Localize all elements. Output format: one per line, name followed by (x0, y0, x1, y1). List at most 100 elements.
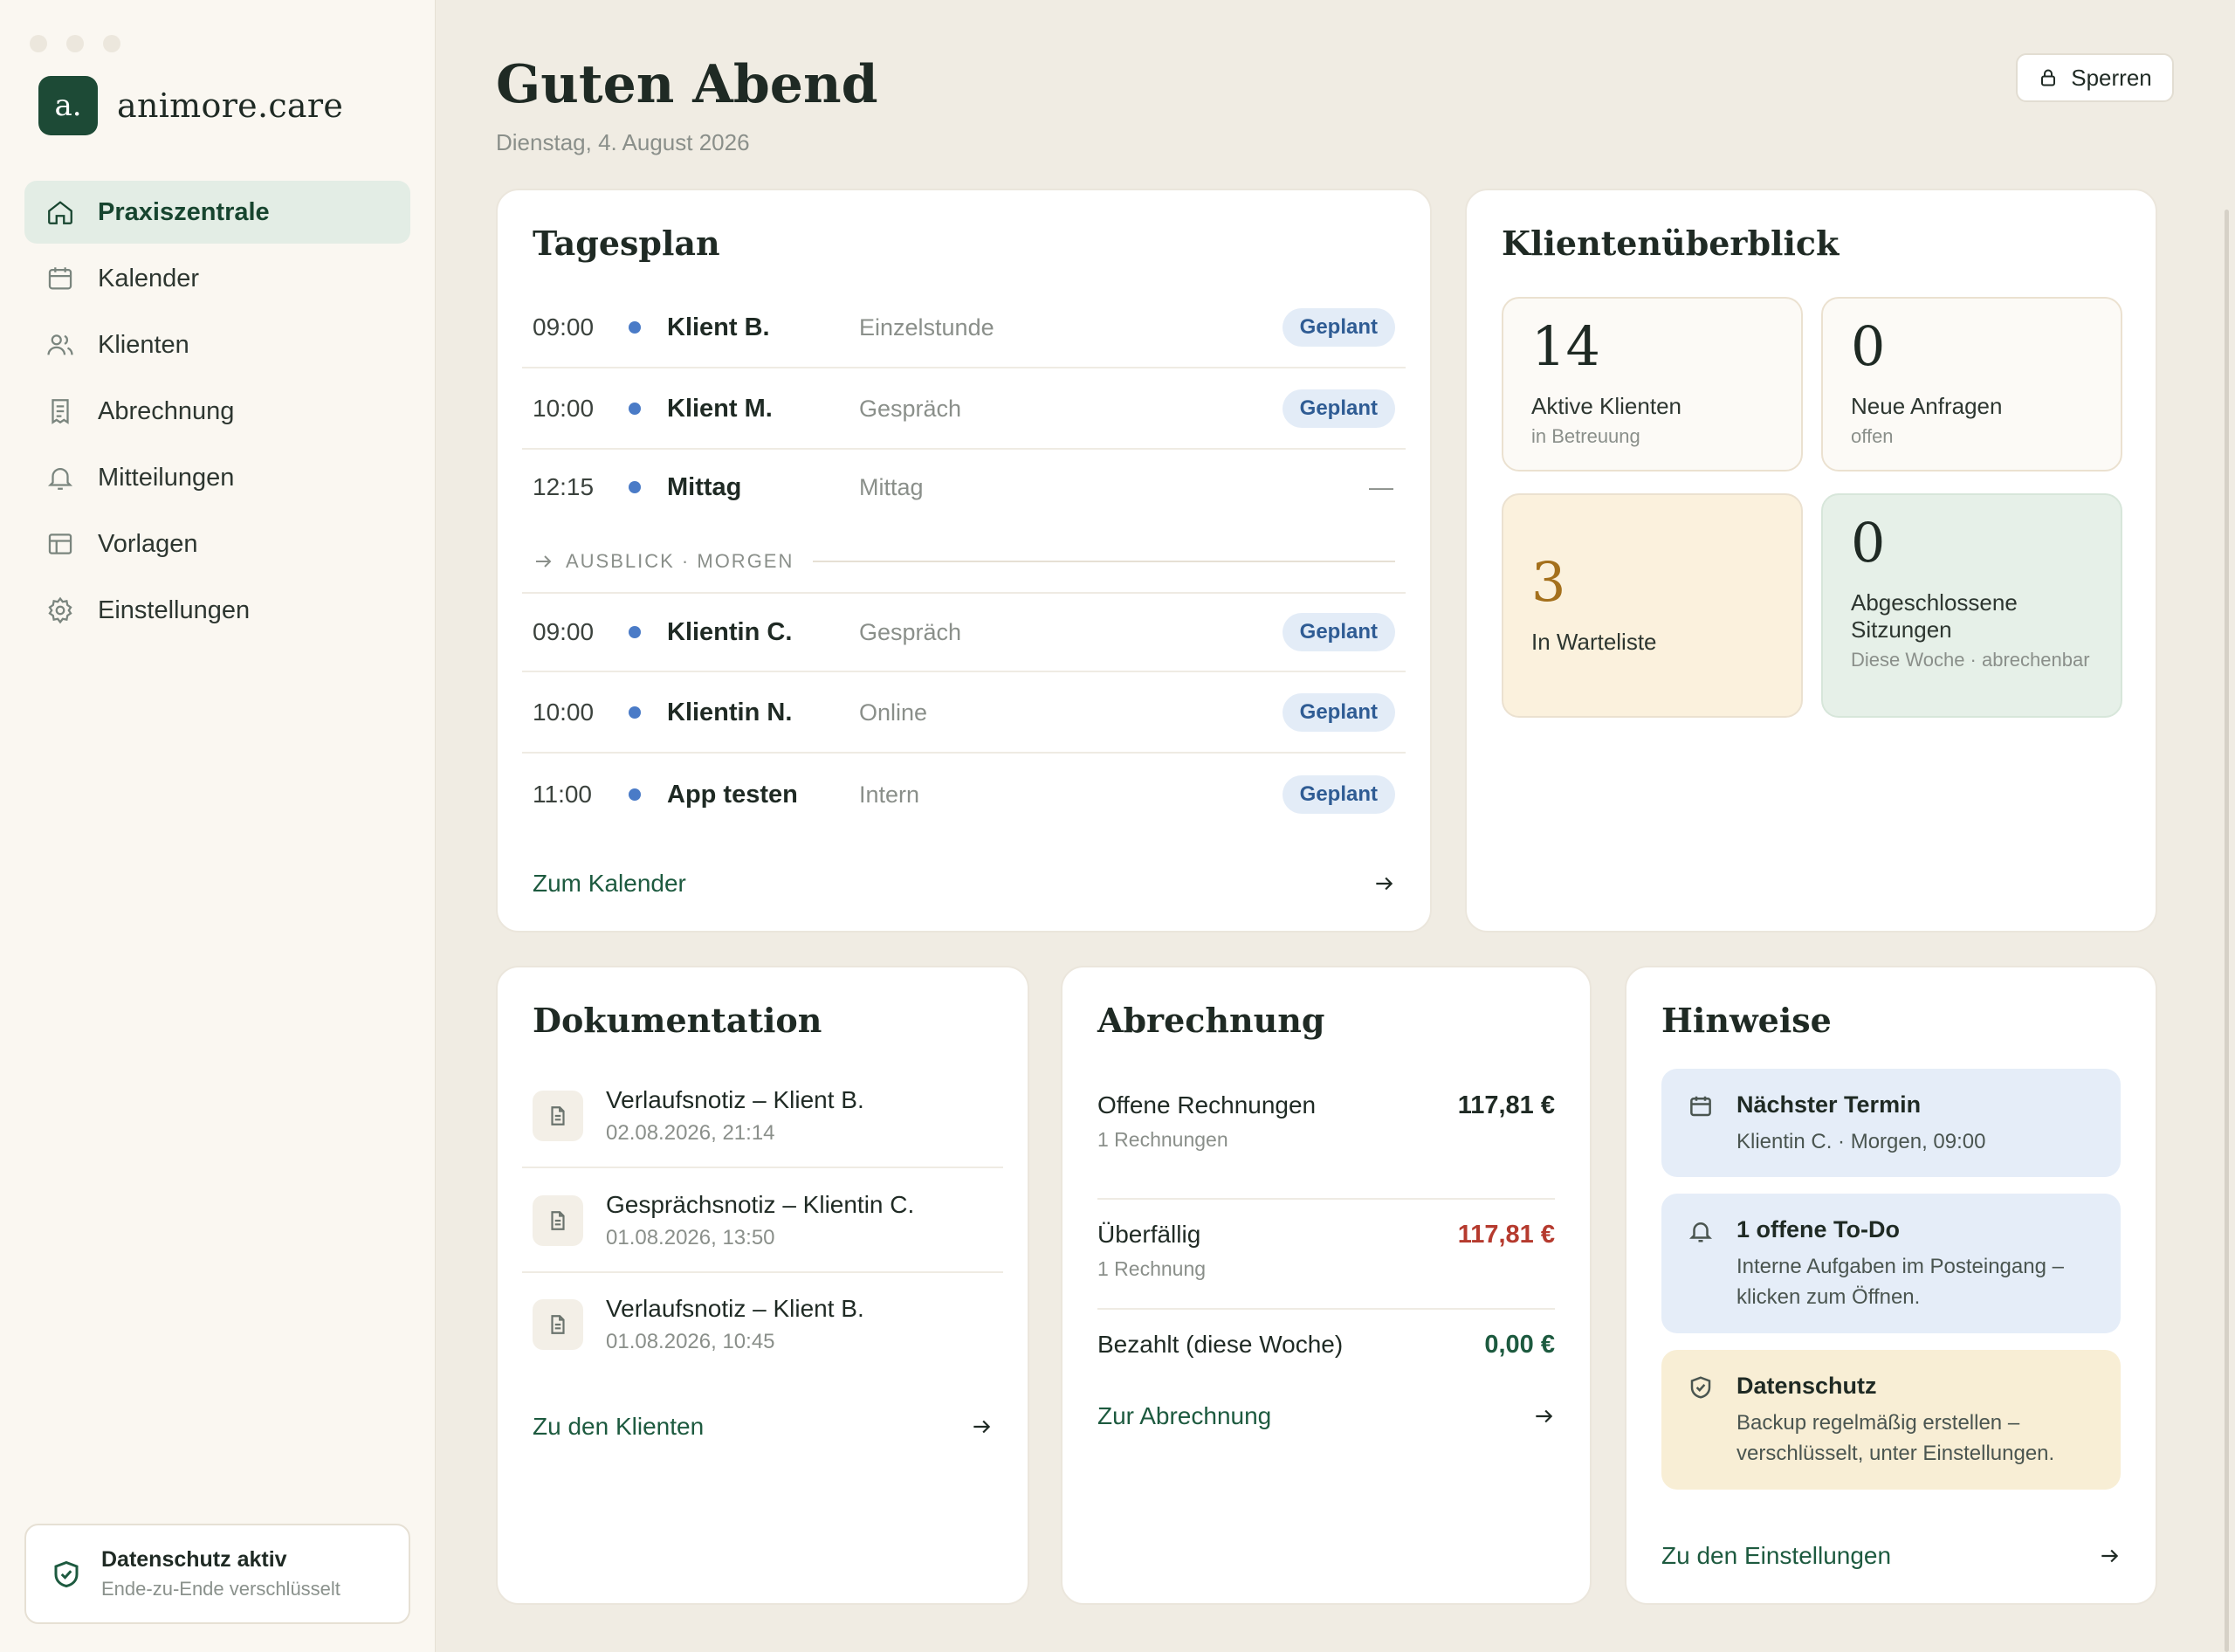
arrow-right-icon (973, 1420, 991, 1434)
hint-text: Klientin C. · Morgen, 09:00 (1736, 1130, 1986, 1153)
tagesplan-title: Tagesplan (533, 224, 720, 263)
close-window-button[interactable] (30, 35, 47, 52)
document-item[interactable]: Verlaufsnotiz – Klient B. 01.08.2026, 10… (522, 1273, 1003, 1376)
scrollbar[interactable] (2225, 210, 2229, 1652)
clients-link-label: Zu den Klienten (533, 1413, 705, 1440)
stat-sub: offen (1851, 425, 1894, 448)
appointment-row[interactable]: 09:00 Klient B. Einzelstunde Geplant (522, 288, 1406, 368)
page-title: Guten Abend (496, 54, 878, 115)
main-nav: Praxiszentrale Kalender Klienten Abrechn… (24, 181, 410, 645)
nav-label: Einstellungen (98, 595, 251, 624)
appointment-time: 11:00 (533, 781, 592, 808)
appointment-client: App testen (667, 780, 798, 809)
calendar-icon (48, 267, 72, 290)
stat-value: 0 (1851, 314, 1886, 378)
hint-next-appointment[interactable]: Nächster Termin Klientin C. · Morgen, 09… (1661, 1069, 2121, 1177)
stat-aktive-klienten[interactable]: 14 Aktive Klienten in Betreuung (1502, 297, 1803, 472)
outlook-label: AUSBLICK · MORGEN (566, 550, 794, 572)
hinweise-card: Hinweise Nächster Termin Klientin C. · M… (1625, 966, 2157, 1605)
stat-neue-anfragen[interactable]: 0 Neue Anfragen offen (1821, 297, 2122, 472)
abrechnung-title: Abrechnung (1097, 1001, 1325, 1040)
appointment-client: Klient M. (667, 394, 773, 423)
bill-amount: 117,81 € (1457, 1221, 1555, 1249)
calendar-link-label: Zum Kalender (533, 870, 686, 897)
hint-title: Datenschutz (1736, 1373, 1877, 1399)
privacy-status-card[interactable]: Datenschutz aktiv Ende-zu-Ende verschlüs… (24, 1524, 410, 1624)
hint-text: Backup regelmäßig erstellen – verschlüss… (1736, 1411, 2055, 1465)
status-none: — (1369, 473, 1393, 500)
nav-label: Mitteilungen (98, 463, 235, 492)
appointment-row[interactable]: 10:00 Klientin N. Online Geplant (522, 673, 1406, 754)
bill-label: Bezahlt (diese Woche) (1097, 1331, 1344, 1358)
stat-warteliste[interactable]: 3 In Warteliste (1502, 493, 1803, 718)
status-dot (629, 626, 641, 638)
hint-title: Nächster Termin (1736, 1091, 1922, 1118)
bill-row-open[interactable]: Offene Rechnungen 1 Rechnungen 117,81 € (1097, 1091, 1555, 1200)
nav-item-einstellungen[interactable]: Einstellungen (24, 579, 410, 642)
document-item[interactable]: Gesprächsnotiz – Klientin C. 01.08.2026,… (522, 1170, 1003, 1273)
appointment-type: Gespräch (859, 395, 962, 422)
bell-icon (1688, 1222, 1713, 1242)
nav-item-abrechnung[interactable]: Abrechnung (24, 380, 410, 443)
appointment-client: Klientin C. (667, 617, 793, 646)
privacy-title: Datenschutz aktiv (101, 1547, 287, 1572)
shield-check-icon (54, 1560, 79, 1587)
bill-amount: 117,81 € (1457, 1091, 1555, 1119)
appointment-row[interactable]: 10:00 Klient M. Gespräch Geplant (522, 369, 1406, 450)
appointment-row[interactable]: 12:15 Mittag Mittag — (522, 447, 1406, 527)
nav-item-vorlagen[interactable]: Vorlagen (24, 513, 410, 575)
settings-link[interactable]: Zu den Einstellungen (1661, 1542, 2121, 1570)
hint-title: 1 offene To-Do (1736, 1216, 1900, 1242)
window-controls[interactable] (30, 35, 120, 52)
clients-link[interactable]: Zu den Klienten (533, 1413, 993, 1441)
bill-sub: 1 Rechnungen (1097, 1128, 1228, 1151)
stat-abgeschlossene-sitzungen[interactable]: 0 Abgeschlossene Sitzungen Diese Woche ·… (1821, 493, 2122, 718)
document-date: 01.08.2026, 10:45 (606, 1330, 775, 1353)
nav-item-kalender[interactable]: Kalender (24, 247, 410, 310)
nav-item-klienten[interactable]: Klienten (24, 313, 410, 376)
minimize-window-button[interactable] (66, 35, 84, 52)
stat-label: Abgeschlossene Sitzungen (1851, 589, 2018, 644)
outlook-divider: AUSBLICK · MORGEN (533, 544, 1395, 579)
gear-icon (48, 596, 72, 624)
appointment-row[interactable]: 09:00 Klientin C. Gespräch Geplant (522, 592, 1406, 672)
abrechnung-card: Abrechnung Offene Rechnungen 1 Rechnunge… (1061, 966, 1592, 1605)
document-icon (533, 1195, 583, 1246)
lock-label: Sperren (2071, 64, 2152, 91)
document-icon (533, 1091, 583, 1141)
stat-label: Aktive Klienten (1531, 393, 1681, 419)
dokumentation-card: Dokumentation Verlaufsnotiz – Klient B. … (496, 966, 1029, 1605)
hint-datenschutz[interactable]: Datenschutz Backup regelmäßig erstellen … (1661, 1350, 2121, 1490)
stat-value: 0 (1851, 511, 1886, 575)
appointment-time: 10:00 (533, 395, 595, 422)
current-date: Dienstag, 4. August 2026 (496, 129, 750, 155)
appointment-row[interactable]: 11:00 App testen Intern Geplant (522, 754, 1406, 835)
hint-open-todo[interactable]: 1 offene To-Do Interne Aufgaben im Poste… (1661, 1194, 2121, 1333)
klientenueberblick-title: Klientenüberblick (1502, 224, 1840, 263)
appointment-time: 10:00 (533, 699, 595, 726)
status-badge: Geplant (1282, 308, 1395, 347)
bill-row-paid[interactable]: Bezahlt (diese Woche) 0,00 € (1097, 1311, 1555, 1381)
document-title: Verlaufsnotiz – Klient B. (606, 1086, 864, 1113)
nav-item-praxiszentrale[interactable]: Praxiszentrale (24, 181, 410, 244)
settings-link-label: Zu den Einstellungen (1661, 1542, 1892, 1569)
lock-button[interactable]: Sperren (2016, 53, 2174, 102)
status-badge: Geplant (1282, 613, 1395, 651)
document-item[interactable]: Verlaufsnotiz – Klient B. 02.08.2026, 21… (522, 1065, 1003, 1168)
status-dot (629, 706, 641, 719)
zoom-window-button[interactable] (103, 35, 120, 52)
billing-link[interactable]: Zur Abrechnung (1097, 1402, 1555, 1430)
bill-row-overdue[interactable]: Überfällig 1 Rechnung 117,81 € (1097, 1201, 1555, 1310)
nav-label: Kalender (98, 264, 200, 293)
document-date: 02.08.2026, 21:14 (606, 1121, 775, 1145)
receipt-icon (52, 399, 69, 424)
nav-item-mitteilungen[interactable]: Mitteilungen (24, 446, 410, 509)
klientenueberblick-card: Klientenüberblick 14 Aktive Klienten in … (1465, 189, 2157, 933)
appointment-time: 09:00 (533, 313, 595, 341)
calendar-link[interactable]: Zum Kalender (533, 870, 1395, 898)
status-dot (629, 321, 641, 334)
brand: a. animore.care (38, 76, 343, 135)
nav-label: Praxiszentrale (98, 197, 270, 226)
divider-line (813, 561, 1395, 562)
appointment-client: Klient B. (667, 313, 770, 341)
